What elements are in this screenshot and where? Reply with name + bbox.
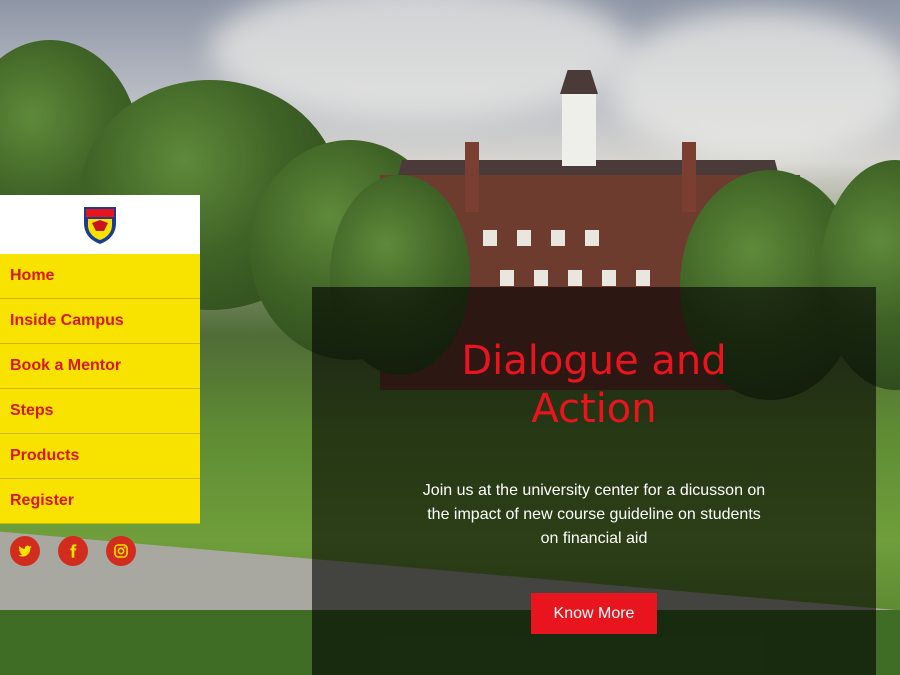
nav-item-home[interactable]: Home <box>0 254 200 299</box>
hero-description-line-3: on financial aid <box>540 530 648 547</box>
hero-description: Join us at the university center for a d… <box>404 479 784 551</box>
hero-description-line-1: Join us at the university center for a d… <box>422 482 766 499</box>
hero-panel: Dialogue and Action Join us at the unive… <box>312 287 876 675</box>
nav-item-register[interactable]: Register <box>0 479 200 524</box>
hero-description-line-2: the impact of new course guideline on st… <box>427 506 761 523</box>
nav-item-inside-campus[interactable]: Inside Campus <box>0 299 200 344</box>
facebook-icon[interactable] <box>58 536 88 566</box>
nav-item-steps[interactable]: Steps <box>0 389 200 434</box>
social-links <box>0 524 200 578</box>
logo-container <box>0 195 200 254</box>
main-nav: Home Inside Campus Book a Mentor Steps P… <box>0 254 200 524</box>
know-more-button[interactable]: Know More <box>531 593 657 634</box>
nav-item-products[interactable]: Products <box>0 434 200 479</box>
instagram-icon[interactable] <box>106 536 136 566</box>
hero-heading-line-2: Action <box>531 386 657 432</box>
university-crest-logo[interactable] <box>82 205 118 245</box>
hero-heading-line-1: Dialogue and <box>461 338 727 384</box>
sidebar: Home Inside Campus Book a Mentor Steps P… <box>0 195 200 578</box>
hero-heading: Dialogue and Action <box>312 337 876 433</box>
nav-item-book-a-mentor[interactable]: Book a Mentor <box>0 344 200 389</box>
twitter-icon[interactable] <box>10 536 40 566</box>
